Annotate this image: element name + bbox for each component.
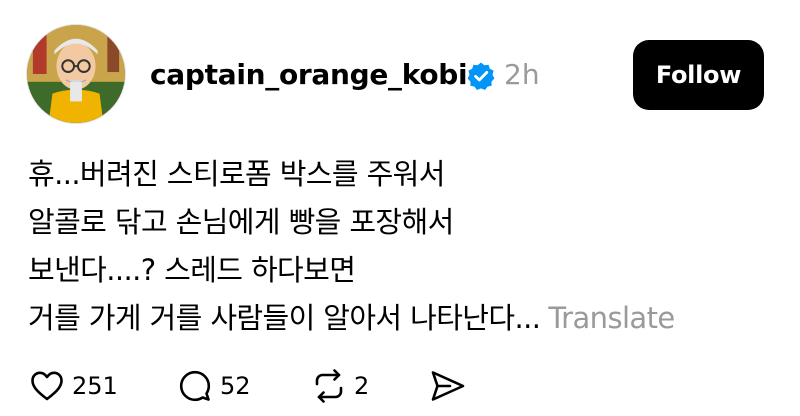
thread-post: captain_orange_kobi 2h Follow 휴...버려진 스티… [0, 0, 800, 416]
username[interactable]: captain_orange_kobi [150, 56, 468, 94]
action-bar: 251 52 2 [0, 360, 800, 410]
post-text-line: 휴...버려진 스티로폼 박스를 주워서 [28, 157, 445, 191]
repost-button[interactable]: 2 [312, 368, 369, 404]
post-text-line-last: 거를 가게 거를 사람들이 알아서 나타난다... Translate [28, 294, 788, 342]
reply-count: 52 [220, 372, 251, 400]
reply-button[interactable]: 52 [178, 368, 251, 404]
share-button[interactable] [430, 368, 466, 404]
post-text-line: 알콜로 닦고 손님에게 빵을 포장해서 [28, 205, 454, 239]
post-timestamp: 2h [504, 58, 540, 91]
verified-badge-icon [466, 61, 496, 91]
avatar-image [27, 25, 125, 123]
like-count: 251 [72, 372, 118, 400]
repost-icon [315, 369, 343, 403]
heart-icon [31, 371, 63, 401]
avatar[interactable] [26, 24, 126, 124]
follow-button[interactable]: Follow [633, 40, 764, 110]
translate-link[interactable]: Translate [548, 301, 675, 335]
send-icon [431, 371, 465, 401]
like-button[interactable]: 251 [30, 368, 118, 404]
repost-count: 2 [354, 372, 370, 400]
post-text-line: 보낸다....? 스레드 하다보면 [28, 253, 356, 287]
post-text-line: 거를 가게 거를 사람들이 알아서 나타난다... [28, 301, 541, 335]
comment-icon [179, 370, 211, 402]
post-text: 휴...버려진 스티로폼 박스를 주워서 알콜로 닦고 손님에게 빵을 포장해서… [28, 150, 788, 342]
